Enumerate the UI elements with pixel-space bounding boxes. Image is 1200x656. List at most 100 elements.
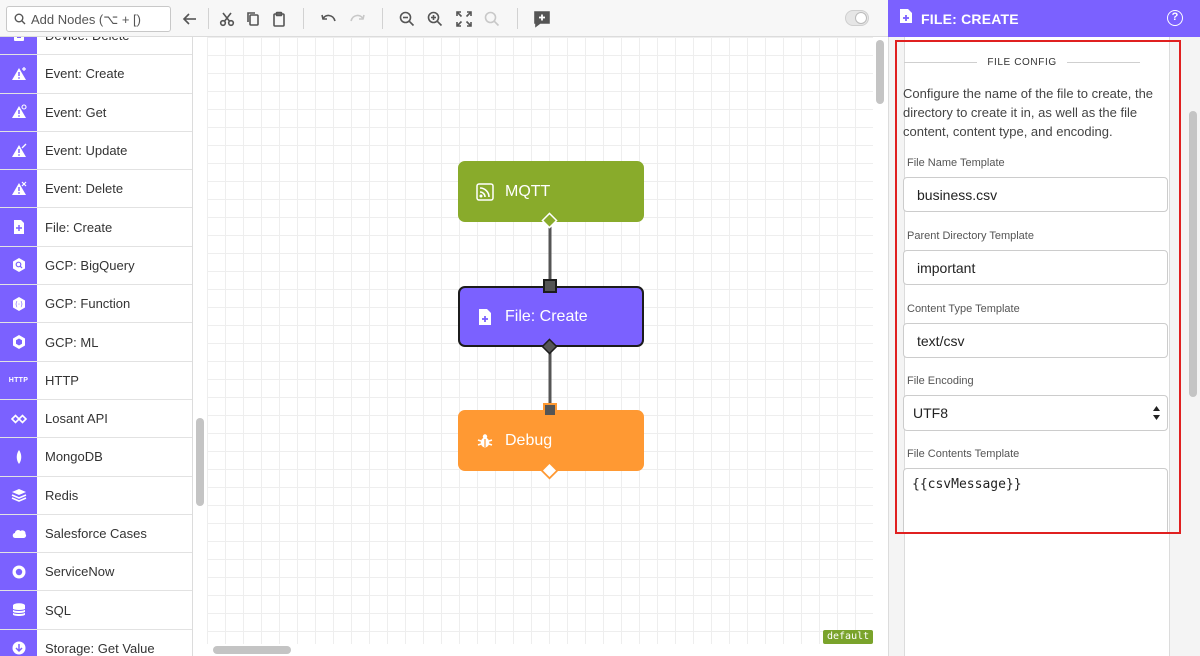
select-arrows-icon [1153,406,1160,420]
palette-scrollbar[interactable] [196,418,204,506]
palette-item-label: Event: Create [45,66,125,82]
event-update-icon [0,131,37,170]
palette-item-label: HTTP [45,372,79,388]
undo-button[interactable] [318,8,340,30]
palette-item[interactable]: ServiceNow [0,553,192,592]
file-encoding-select[interactable]: UTF8 [903,395,1168,431]
node-label: Debug [505,431,553,449]
palette-item[interactable]: (·) GCP: Function [0,285,192,324]
salesforce-icon [0,514,37,553]
add-nodes-search[interactable] [6,6,171,32]
sql-icon [0,591,37,629]
zoom-in-button[interactable] [424,8,446,30]
live-toggle[interactable] [845,10,869,26]
add-comment-button[interactable] [531,8,553,30]
palette-item-label: Storage: Get Value [45,640,155,656]
http-icon: HTTP [0,361,37,399]
canvas-horizontal-scrollbar[interactable] [213,646,291,654]
node-palette: Device: Delete Event: Create Event: Get Eve… [0,37,193,656]
palette-item[interactable]: Event: Get [0,93,192,132]
cut-button[interactable] [216,8,238,30]
storage-icon [0,629,37,656]
node-label: MQTT [505,182,551,200]
debug-node[interactable]: Debug [458,410,644,471]
node-config-header: FILE: CREATE ? [888,0,1200,37]
palette-item[interactable]: Losant API [0,399,192,439]
parent-directory-label: Parent Directory Template [907,230,1034,242]
palette-item-label: GCP: BigQuery [45,257,135,273]
losant-api-icon [0,399,37,438]
canvas-vertical-scrollbar[interactable] [876,40,884,104]
zoom-out-button[interactable] [396,8,418,30]
palette-item[interactable]: HTTP HTTP [0,361,192,400]
undo-icon [321,14,336,22]
servicenow-icon [0,553,37,591]
paste-button[interactable] [268,8,290,30]
find-button[interactable] [481,8,503,30]
palette-list: Device: Delete Event: Create Event: Get Eve… [0,37,192,656]
mqtt-node[interactable]: MQTT [458,161,644,222]
file-name-label: File Name Template [907,157,1005,169]
palette-item-label: GCP: ML [45,334,99,350]
http-icon-text: HTTP [8,376,29,384]
fit-to-screen-button[interactable] [453,8,475,30]
parent-directory-input[interactable] [903,250,1168,285]
version-badge: default [823,630,874,644]
palette-item[interactable]: SQL [0,591,192,630]
device-icon [0,37,37,55]
file-encoding-value: UTF8 [913,405,948,421]
expand-icon [456,11,472,27]
palette-item[interactable]: Salesforce Cases [0,514,192,554]
event-create-icon [0,55,37,93]
search-icon [14,13,26,25]
canvas-toolbar [0,0,888,37]
copy-button[interactable] [242,8,264,30]
bug-icon [475,431,495,451]
copy-icon [247,12,259,26]
palette-item[interactable]: Event: Delete [0,170,192,209]
palette-item[interactable]: Device: Delete [0,37,192,56]
help-button[interactable]: ? [1167,10,1183,26]
event-delete-icon [0,170,37,208]
palette-item-label: GCP: Function [45,296,131,312]
svg-text:(·): (·) [15,300,23,308]
palette-item-label: MongoDB [45,449,103,465]
palette-item[interactable]: Storage: Get Value [0,629,192,656]
palette-item[interactable]: MongoDB [0,438,192,477]
palette-item[interactable]: File: Create [0,208,192,247]
palette-item-label: Event: Update [45,143,128,159]
section-title: FILE CONFIG [904,55,1141,69]
file-encoding-label: File Encoding [907,375,974,387]
clipboard-icon [273,11,285,27]
file-name-input[interactable] [903,177,1168,212]
event-get-icon [0,93,37,131]
palette-item-label: Redis [45,487,79,503]
gcp-bigquery-icon [0,246,37,285]
file-create-icon [0,208,37,246]
file-plus-icon [899,8,913,29]
file-create-node[interactable]: File: Create [458,286,644,347]
zoom-in-icon [427,11,443,27]
palette-item-label: SQL [45,602,72,618]
palette-item-label: Salesforce Cases [45,526,147,541]
content-type-label: Content Type Template [907,303,1020,315]
content-type-input[interactable] [903,323,1168,358]
panel-scrollbar[interactable] [1189,111,1197,397]
palette-item[interactable]: Redis [0,476,192,515]
redo-button[interactable] [346,8,368,30]
palette-item[interactable]: GCP: BigQuery [0,246,192,286]
file-contents-label: File Contents Template [907,448,1020,460]
arrow-left-icon [182,13,196,25]
palette-item[interactable]: Event: Update [0,131,192,171]
file-plus-icon [475,307,495,327]
add-nodes-input[interactable] [31,9,167,29]
palette-item-label: Event: Delete [45,181,124,197]
search-icon [484,11,500,27]
collapse-palette-button[interactable] [179,8,201,30]
zoom-out-icon [399,11,415,27]
file-contents-textarea[interactable]: {{csvMessage}} [903,468,1168,534]
panel-title: FILE: CREATE [921,10,1019,27]
palette-item[interactable]: Event: Create [0,55,192,94]
node-label: File: Create [505,307,588,325]
palette-item[interactable]: GCP: ML [0,323,192,362]
